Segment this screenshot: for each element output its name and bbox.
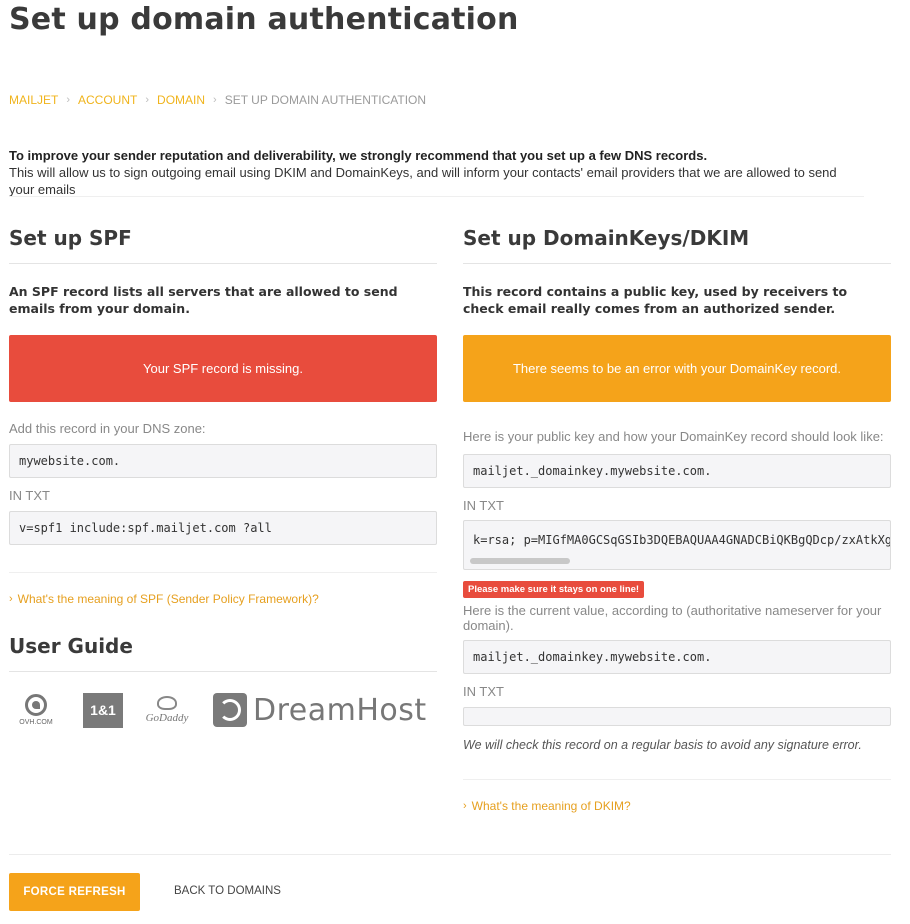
provider-logos: OVH.COM 1&1 GoDaddy DreamHost: [9, 690, 437, 730]
dkim-alert: There seems to be an error with your Dom…: [463, 335, 891, 402]
intro-divider: [9, 196, 864, 197]
dkim-check-note: We will check this record on a regular b…: [463, 738, 862, 752]
dkim-meaning-link[interactable]: › What's the meaning of DKIM?: [463, 799, 891, 813]
breadcrumb: MAILJET › ACCOUNT › DOMAIN › SET UP DOMA…: [9, 93, 426, 107]
footer-divider: [9, 854, 891, 855]
breadcrumb-current: SET UP DOMAIN AUTHENTICATION: [224, 93, 427, 107]
spf-alert: Your SPF record is missing.: [9, 335, 437, 402]
user-guide-title: User Guide: [9, 634, 437, 672]
dkim-current-txt-field[interactable]: [463, 707, 891, 726]
dkim-current-host-field[interactable]: mailjet._domainkey.mywebsite.com.: [463, 640, 891, 674]
godaddy-icon: [157, 696, 177, 710]
dkim-title: Set up DomainKeys/DKIM: [463, 226, 891, 264]
dreamhost-icon: [213, 693, 247, 727]
intro-text: To improve your sender reputation and de…: [9, 147, 864, 198]
force-refresh-button[interactable]: FORCE REFRESH: [9, 873, 140, 911]
spf-add-label: Add this record in your DNS zone:: [9, 421, 206, 436]
ovh-logo[interactable]: OVH.COM: [17, 694, 55, 726]
spf-txt-field[interactable]: v=spf1 include:spf.mailjet.com ?all: [9, 511, 437, 545]
dkim-current-txt-label: IN TXT: [463, 684, 504, 699]
dreamhost-logo-text: DreamHost: [253, 692, 427, 728]
dkim-current-label: Here is the current value, according to …: [463, 603, 882, 633]
chevron-right-icon: ›: [9, 593, 13, 605]
dkim-host-field[interactable]: mailjet._domainkey.mywebsite.com.: [463, 454, 891, 488]
godaddy-logo[interactable]: GoDaddy: [141, 696, 193, 724]
chevron-right-icon: ›: [213, 94, 217, 106]
godaddy-logo-text: GoDaddy: [145, 712, 189, 724]
chevron-right-icon: ›: [145, 94, 150, 106]
dkim-divider: [463, 779, 891, 780]
one-line-warning-badge: Please make sure it stays on one line!: [463, 581, 645, 598]
spf-title: Set up SPF: [9, 226, 437, 264]
dkim-txt-value: k=rsa; p=MIGfMA0GCSqGSIb3DQEBAQUAA4GNADC…: [473, 533, 891, 547]
spf-txt-label: IN TXT: [9, 488, 50, 503]
dkim-txt-field[interactable]: k=rsa; p=MIGfMA0GCSqGSIb3DQEBAQUAA4GNADC…: [463, 520, 891, 570]
dkim-key-label: Here is your public key and how your Dom…: [463, 429, 884, 444]
dreamhost-logo[interactable]: DreamHost: [213, 693, 427, 728]
dkim-description: This record contains a public key, used …: [463, 284, 848, 316]
chevron-right-icon: ›: [463, 800, 467, 812]
spf-section: Set up SPF An SPF record lists all serve…: [9, 226, 437, 730]
dkim-txt-scrollbar[interactable]: [470, 558, 570, 564]
dkim-section: Set up DomainKeys/DKIM This record conta…: [463, 226, 891, 813]
spf-description: An SPF record lists all servers that are…: [9, 284, 398, 316]
chevron-right-icon: ›: [66, 94, 71, 106]
back-to-domains-link[interactable]: BACK TO DOMAINS: [174, 885, 281, 897]
ovh-logo-text: OVH.COM: [19, 719, 53, 726]
page-title: Set up domain authentication: [9, 2, 519, 37]
breadcrumb-domain[interactable]: DOMAIN: [157, 93, 205, 107]
intro-body: This will allow us to sign outgoing emai…: [9, 165, 837, 197]
ovh-icon: [25, 694, 47, 716]
spf-meaning-link-text: What's the meaning of SPF (Sender Policy…: [17, 592, 319, 606]
intro-strong: To improve your sender reputation and de…: [9, 148, 708, 163]
spf-divider: [9, 572, 437, 573]
spf-meaning-link[interactable]: › What's the meaning of SPF (Sender Poli…: [9, 592, 437, 606]
breadcrumb-account[interactable]: ACCOUNT: [78, 93, 137, 107]
breadcrumb-mailjet[interactable]: MAILJET: [9, 93, 58, 107]
dkim-txt-label: IN TXT: [463, 498, 504, 513]
spf-host-field[interactable]: mywebsite.com.: [9, 444, 437, 478]
one-and-one-logo[interactable]: 1&1: [83, 692, 123, 728]
dkim-meaning-link-text: What's the meaning of DKIM?: [471, 799, 631, 813]
